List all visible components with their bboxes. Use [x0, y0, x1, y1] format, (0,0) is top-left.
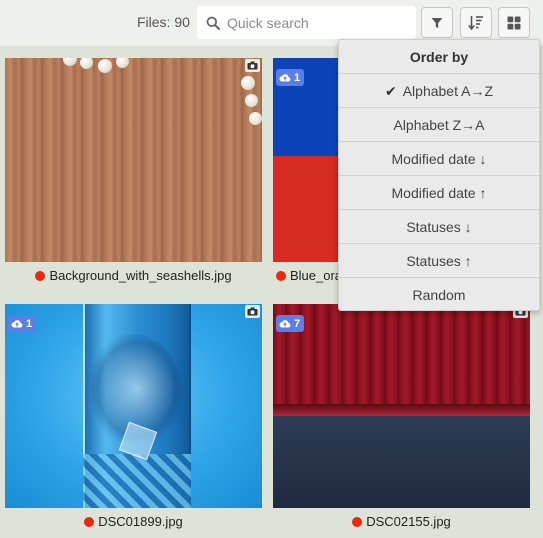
cloud-badge: 1: [8, 315, 37, 332]
cloud-count: 1: [294, 71, 301, 84]
cloud-badge: 1: [276, 69, 305, 86]
thumbnail[interactable]: [5, 58, 262, 262]
file-name-text: Blue_ora: [290, 268, 343, 283]
order-option-statuses-asc[interactable]: Statuses ↑: [339, 244, 539, 278]
file-name-text: Background_with_seashells.jpg: [49, 268, 232, 283]
checkmark-icon: ✔: [384, 83, 397, 99]
knit-fold-graphic: [273, 404, 530, 416]
order-option-modified-desc[interactable]: Modified date ↓: [339, 142, 539, 176]
pearl-decoration: [98, 59, 112, 73]
order-option-label: Alphabet A→Z: [402, 83, 493, 99]
pearl-decoration: [63, 58, 77, 66]
pearl-decoration: [249, 112, 262, 125]
order-option-label: Alphabet Z→A: [393, 117, 485, 133]
order-option-modified-asc[interactable]: Modified date ↑: [339, 176, 539, 210]
thumbnail[interactable]: 1: [5, 304, 262, 508]
pearl-decoration: [245, 94, 258, 107]
camera-icon: [245, 59, 260, 72]
cloud-count: 7: [294, 317, 301, 330]
status-dot: [352, 517, 363, 527]
file-name-text: DSC01899.jpg: [98, 514, 183, 529]
view-toggle-button[interactable]: [498, 7, 530, 38]
search-input[interactable]: [227, 14, 407, 31]
order-option-label: Statuses ↑: [406, 253, 472, 269]
order-option-label: Random: [412, 287, 466, 303]
grid-view-icon: [507, 16, 521, 29]
filter-icon: [431, 17, 443, 28]
order-option-alphabet-desc[interactable]: Alphabet Z→A: [339, 108, 539, 142]
pearl-decoration: [80, 58, 93, 69]
order-option-label: Modified date ↑: [391, 185, 487, 201]
pearl-decoration: [241, 76, 255, 90]
order-option-label: Statuses ↓: [406, 219, 472, 235]
files-count: Files: 90: [137, 14, 190, 30]
search-icon: [206, 16, 220, 30]
order-option-label: Modified date ↓: [391, 151, 487, 167]
cloud-upload-icon: [279, 74, 291, 82]
status-dot: [35, 271, 46, 281]
camera-icon: [245, 305, 260, 318]
thumbnail[interactable]: 7: [273, 304, 530, 508]
pearl-decoration: [116, 58, 129, 68]
cloud-upload-icon: [279, 320, 291, 328]
sort-icon: [468, 16, 483, 30]
status-dot: [276, 271, 286, 281]
order-by-title: Order by: [339, 40, 539, 74]
file-name: DSC02155.jpg: [273, 514, 530, 532]
file-name: Background_with_seashells.jpg: [5, 268, 262, 286]
order-option-statuses-desc[interactable]: Statuses ↓: [339, 210, 539, 244]
status-dot: [84, 517, 95, 527]
file-name-text: DSC02155.jpg: [366, 514, 451, 529]
sort-button[interactable]: [460, 7, 492, 38]
filter-button[interactable]: [421, 7, 453, 38]
cloud-upload-icon: [11, 320, 23, 328]
order-by-menu: Order by ✔ Alphabet A→Z Alphabet Z→A Modi…: [338, 39, 540, 311]
cloud-badge: 7: [276, 315, 305, 332]
search-box[interactable]: [197, 6, 416, 39]
order-option-random[interactable]: Random: [339, 278, 539, 312]
order-option-alphabet-asc[interactable]: ✔ Alphabet A→Z: [339, 74, 539, 108]
cloud-count: 1: [26, 317, 33, 330]
file-name: DSC01899.jpg: [5, 514, 262, 532]
bottle-base-graphic: [83, 454, 191, 508]
